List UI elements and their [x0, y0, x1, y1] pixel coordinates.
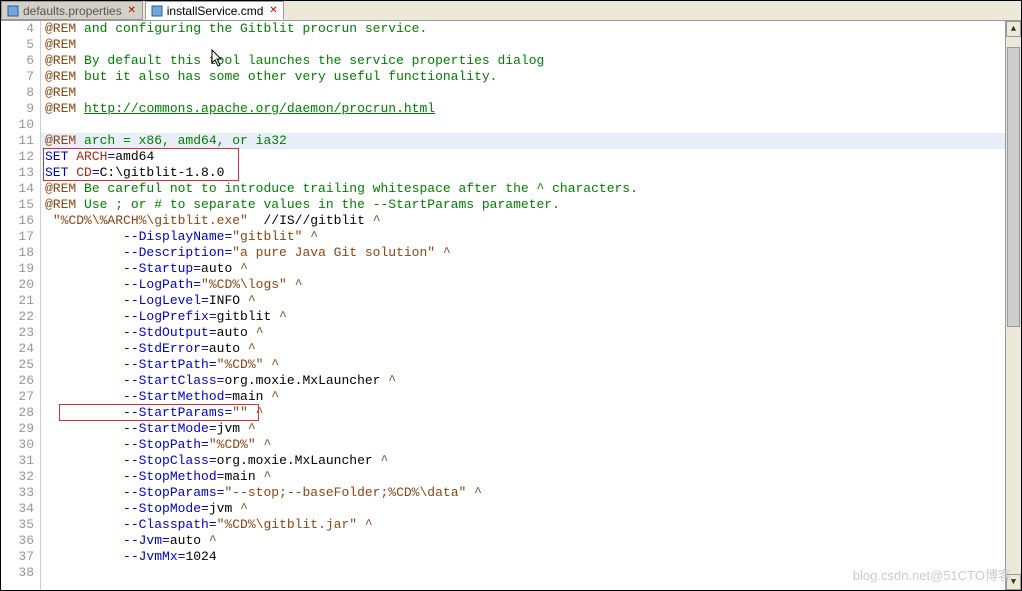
- line-number: 19: [1, 261, 34, 277]
- line-number: 10: [1, 117, 34, 133]
- line-number: 32: [1, 469, 34, 485]
- line-number: 21: [1, 293, 34, 309]
- code-line: --LogPrefix=gitblit ^: [41, 309, 1021, 325]
- line-number: 11: [1, 133, 34, 149]
- tab-install-service[interactable]: installService.cmd ✕: [145, 1, 285, 20]
- scroll-thumb[interactable]: [1007, 47, 1020, 327]
- code-line: @REM: [41, 85, 1021, 101]
- code-line: @REM http://commons.apache.org/daemon/pr…: [41, 101, 1021, 117]
- code-line: --LogLevel=INFO ^: [41, 293, 1021, 309]
- scroll-track[interactable]: [1006, 37, 1021, 574]
- close-icon[interactable]: ✕: [126, 5, 138, 17]
- line-number: 22: [1, 309, 34, 325]
- code-line: "%CD%\%ARCH%\gitblit.exe" //IS//gitblit …: [41, 213, 1021, 229]
- line-number: 16: [1, 213, 34, 229]
- code-line: --StopParams="--stop;--baseFolder;%CD%\d…: [41, 485, 1021, 501]
- line-number: 31: [1, 453, 34, 469]
- code-line: --StartMode=jvm ^: [41, 421, 1021, 437]
- line-number: 18: [1, 245, 34, 261]
- code-line: --Startup=auto ^: [41, 261, 1021, 277]
- code-line: @REM: [41, 37, 1021, 53]
- code-line: SET CD=C:\gitblit-1.8.0: [41, 165, 1021, 181]
- line-number: 36: [1, 533, 34, 549]
- code-line: --StartMethod=main ^: [41, 389, 1021, 405]
- line-number: 26: [1, 373, 34, 389]
- code-line: --StdOutput=auto ^: [41, 325, 1021, 341]
- code-line: @REM Use ; or # to separate values in th…: [41, 197, 1021, 213]
- line-number-gutter: 4567891011121314151617181920212223242526…: [1, 21, 41, 590]
- code-line: --StartParams="" ^: [41, 405, 1021, 421]
- code-line: --StdError=auto ^: [41, 341, 1021, 357]
- code-line: --Classpath="%CD%\gitblit.jar" ^: [41, 517, 1021, 533]
- line-number: 15: [1, 197, 34, 213]
- code-line: @REM Be careful not to introduce trailin…: [41, 181, 1021, 197]
- line-number: 12: [1, 149, 34, 165]
- line-number: 7: [1, 69, 34, 85]
- code-line: --StopMethod=main ^: [41, 469, 1021, 485]
- line-number: 27: [1, 389, 34, 405]
- tab-label: defaults.properties: [23, 4, 122, 18]
- code-line: SET ARCH=amd64: [41, 149, 1021, 165]
- code-line: --StartPath="%CD%" ^: [41, 357, 1021, 373]
- code-line: @REM but it also has some other very use…: [41, 69, 1021, 85]
- line-number: 28: [1, 405, 34, 421]
- code-editor[interactable]: @REM and configuring the Gitblit procrun…: [41, 21, 1021, 590]
- line-number: 9: [1, 101, 34, 117]
- code-line: --StopMode=jvm ^: [41, 501, 1021, 517]
- code-line: --LogPath="%CD%\logs" ^: [41, 277, 1021, 293]
- tab-label: installService.cmd: [167, 4, 264, 18]
- code-line: --StartClass=org.moxie.MxLauncher ^: [41, 373, 1021, 389]
- line-number: 25: [1, 357, 34, 373]
- line-number: 34: [1, 501, 34, 517]
- code-line: --JvmMx=1024: [41, 549, 1021, 565]
- code-line: [41, 117, 1021, 133]
- line-number: 14: [1, 181, 34, 197]
- line-number: 35: [1, 517, 34, 533]
- tab-bar: defaults.properties ✕ installService.cmd…: [1, 1, 1021, 21]
- code-line: @REM and configuring the Gitblit procrun…: [41, 21, 1021, 37]
- code-line: --Description="a pure Java Git solution"…: [41, 245, 1021, 261]
- line-number: 8: [1, 85, 34, 101]
- code-line: --Jvm=auto ^: [41, 533, 1021, 549]
- code-line: @REM By default this tool launches the s…: [41, 53, 1021, 69]
- tab-defaults-properties[interactable]: defaults.properties ✕: [1, 1, 143, 20]
- code-line: --StopPath="%CD%" ^: [41, 437, 1021, 453]
- line-number: 30: [1, 437, 34, 453]
- line-number: 29: [1, 421, 34, 437]
- line-number: 38: [1, 565, 34, 581]
- line-number: 23: [1, 325, 34, 341]
- file-icon: [150, 4, 164, 18]
- line-number: 37: [1, 549, 34, 565]
- close-icon[interactable]: ✕: [267, 5, 279, 17]
- editor-area: 4567891011121314151617181920212223242526…: [1, 21, 1021, 590]
- line-number: 5: [1, 37, 34, 53]
- code-line: --DisplayName="gitblit" ^: [41, 229, 1021, 245]
- vertical-scrollbar[interactable]: ▲ ▼: [1005, 21, 1021, 590]
- file-icon: [6, 4, 20, 18]
- line-number: 17: [1, 229, 34, 245]
- line-number: 33: [1, 485, 34, 501]
- line-number: 20: [1, 277, 34, 293]
- line-number: 4: [1, 21, 34, 37]
- line-number: 6: [1, 53, 34, 69]
- code-line: --StopClass=org.moxie.MxLauncher ^: [41, 453, 1021, 469]
- scroll-up-button[interactable]: ▲: [1006, 21, 1021, 37]
- code-line: [41, 565, 1021, 581]
- code-line: @REM arch = x86, amd64, or ia32: [41, 133, 1021, 149]
- line-number: 13: [1, 165, 34, 181]
- scroll-down-button[interactable]: ▼: [1006, 574, 1021, 590]
- line-number: 24: [1, 341, 34, 357]
